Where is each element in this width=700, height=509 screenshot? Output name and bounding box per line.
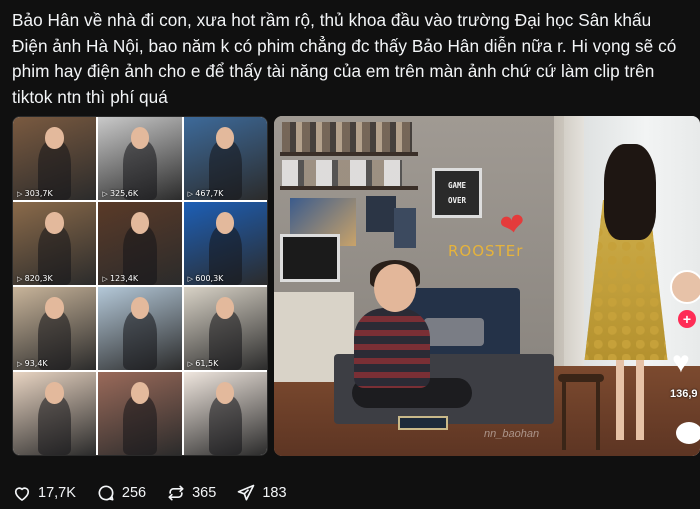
thumbnail-face [45, 381, 64, 404]
thumbnail-face [130, 211, 150, 234]
shelf [280, 186, 418, 190]
video-thumbnail: 325,6K [98, 117, 182, 200]
view-count: 325,6K [102, 189, 138, 198]
video-scene-image[interactable]: GAME OVER ❤ ROOSTEr nn_baohan + ♥ 136,9 [274, 116, 700, 456]
view-count: 467,7K [188, 189, 223, 198]
thumbnail-person [123, 395, 157, 455]
pillow [424, 318, 484, 346]
video-thumbnail [98, 287, 182, 370]
thumbnail-face [130, 296, 150, 319]
video-thumbnail: 820,3K [13, 202, 97, 285]
share-button[interactable]: 183 [236, 483, 287, 503]
view-count: 93,4K [17, 359, 48, 368]
action-bar: 17,7K 256 365 183 [12, 482, 307, 504]
game-over-sign: GAME OVER [432, 168, 482, 218]
poster [366, 196, 396, 232]
send-icon [237, 484, 255, 501]
video-thumbnail [98, 372, 182, 455]
thumbnail-person [208, 395, 242, 455]
follow-plus-icon: + [678, 310, 696, 328]
video-thumbnail: 61,5K [183, 287, 267, 370]
person-head [374, 264, 416, 312]
thumbnail-face [45, 211, 64, 234]
shelf [280, 152, 418, 156]
tiktok-grid-image[interactable]: 303,7K 325,6K 467,7K 820,3K 123,4K 600,3K 93,4… [12, 116, 268, 456]
video-thumbnail [183, 372, 267, 455]
like-count: 17,7K [38, 485, 76, 501]
creator-avatar [670, 270, 700, 304]
repost-icon [168, 485, 184, 501]
view-count: 820,3K [17, 274, 53, 283]
video-thumbnail [13, 372, 97, 455]
video-thumbnail: 93,4K [13, 287, 97, 370]
comment-button[interactable]: 256 [96, 483, 146, 503]
thumbnail-face [130, 381, 150, 404]
tiktok-comment-icon [676, 422, 700, 444]
video-thumbnail: 600,3K [183, 202, 267, 285]
wall-text: ROOSTEr [448, 242, 524, 260]
thumbnail-face [216, 381, 235, 404]
share-count: 183 [262, 485, 287, 501]
thumbnail-face [130, 126, 150, 149]
view-count: 303,7K [17, 189, 53, 198]
shelf-items [282, 122, 412, 152]
comment-icon [98, 485, 114, 501]
person-hair [604, 144, 656, 240]
thumbnail-person [123, 310, 157, 370]
media-carousel[interactable]: 303,7K 325,6K 467,7K 820,3K 123,4K 600,3K 93,4… [12, 116, 700, 456]
post-text: Bảo Hân về nhà đi con, xưa hot rầm rộ, t… [12, 10, 677, 107]
view-count: 600,3K [188, 274, 223, 283]
heart-icon [14, 487, 30, 501]
repost-button[interactable]: 365 [166, 483, 216, 503]
person-seated [354, 308, 430, 388]
thumbnail-face [216, 211, 235, 234]
monitor [280, 234, 340, 282]
person-legs [616, 360, 644, 440]
comment-count: 256 [121, 485, 147, 501]
view-count: 61,5K [188, 359, 218, 368]
view-count: 123,4K [102, 274, 138, 283]
stool-legs [562, 380, 600, 450]
phone [398, 416, 448, 430]
thumbnail-face [45, 296, 64, 319]
tiktok-heart-icon: ♥ [672, 346, 690, 379]
tiktok-like-count: 136,9 [670, 388, 698, 400]
thumbnail-face [45, 126, 64, 149]
repost-count: 365 [192, 485, 217, 501]
thumbnail-face [216, 296, 235, 319]
sign-line: GAME [447, 181, 467, 190]
video-thumbnail: 303,7K [13, 117, 97, 200]
thumbnail-person [37, 395, 72, 455]
video-thumbnail: 123,4K [98, 202, 182, 285]
shelf-items [282, 160, 402, 186]
poster [394, 208, 416, 248]
watermark: nn_baohan [484, 428, 540, 440]
like-button[interactable]: 17,7K [12, 483, 76, 503]
video-thumbnail: 467,7K [183, 117, 267, 200]
thumbnail-face [216, 126, 235, 149]
sign-line: OVER [447, 196, 467, 205]
